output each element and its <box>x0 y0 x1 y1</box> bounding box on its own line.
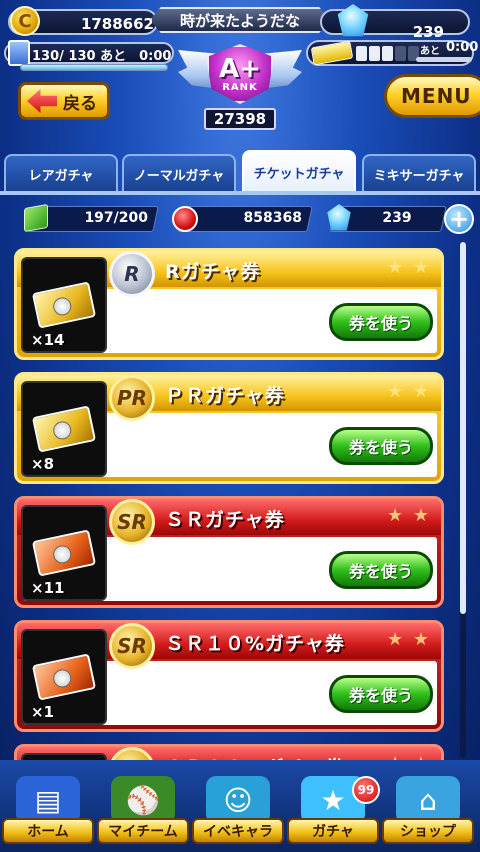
nav-label: マイチーム <box>97 818 189 844</box>
stamina-text: 130/ 130 あと 0:00 <box>32 49 172 64</box>
coin-value: 1788662 <box>80 15 154 33</box>
card-stars-decoration: ★ ★ <box>387 381 431 402</box>
ticket-coin-icon <box>51 295 73 318</box>
ticket-item-icon: ×1 <box>21 629 107 725</box>
ticket-graphic-icon <box>31 653 97 701</box>
ticket-segment <box>382 46 393 61</box>
ticket-segment <box>395 46 406 61</box>
ticket-card: ★ ★ Rガチャ券 R ×14 券を使う <box>14 248 444 360</box>
home-icon: ▤ <box>16 776 80 824</box>
rank-score: 27398 <box>204 108 276 130</box>
scrollbar[interactable] <box>460 242 466 758</box>
nav-item-5[interactable]: ⌂ ショップ <box>382 776 474 846</box>
rarity-badge-icon: R <box>109 251 155 297</box>
ticket-coin-icon <box>51 419 73 442</box>
ticket-card: ★ ★ ＰＲガチャ券 PR ×8 券を使う <box>14 372 444 484</box>
back-button[interactable]: 戻る <box>18 82 110 120</box>
tab-mixer-gacha[interactable]: ミキサーガチャ <box>362 154 476 192</box>
add-gems-button[interactable]: + <box>444 204 474 234</box>
box-value: 197/200 <box>84 210 148 226</box>
ticket-ato-label: あと <box>420 46 440 57</box>
rarity-badge-icon: PR <box>109 375 155 421</box>
rank-label: RANK <box>222 81 258 93</box>
shop-icon: ⌂ <box>396 776 460 824</box>
ticket-count: ×1 <box>31 703 55 721</box>
ticket-count: ×8 <box>31 455 55 473</box>
card-stars-decoration: ★ ★ <box>387 753 431 760</box>
gem-value: 239 <box>412 23 444 41</box>
nav-item-1[interactable]: ▤ ホーム <box>2 776 94 846</box>
ticket-coin-icon <box>51 543 73 566</box>
nav-label: ショップ <box>382 818 474 844</box>
tab-normal-gacha[interactable]: ノーマルガチャ <box>122 154 236 192</box>
rank-shield: A+ RANK <box>206 44 274 104</box>
ticket-timer: 0:00 <box>446 40 479 55</box>
ticket-item-icon: ×14 <box>21 257 107 353</box>
use-ticket-button[interactable]: 券を使う <box>329 675 433 713</box>
rarity-badge-icon: SR <box>109 499 155 545</box>
ticket-segment <box>356 46 367 61</box>
scroll-thumb[interactable] <box>460 242 466 614</box>
tab-ticket-gacha[interactable]: チケットガチャ <box>242 150 356 192</box>
ball-icon <box>172 206 198 232</box>
ticket-name: ＳＲガチャ券 <box>165 509 285 531</box>
ticket-card: ★ ★ ＳＲ１０%ガチャ券 SR ×1 券を使う <box>14 620 444 732</box>
back-button-label: 戻る <box>63 93 97 114</box>
nav-label: イベキャラ <box>192 818 284 844</box>
rank-emblem[interactable]: A+ RANK 27398 <box>178 44 302 134</box>
ticket-card: ★ ★ ＳＲガチャ券 SR ×11 券を使う <box>14 496 444 608</box>
card-stars-decoration: ★ ★ <box>387 629 431 650</box>
ticket-name: Rガチャ券 <box>165 261 261 283</box>
ticket-name: ＳＲ１０%ガチャ券 <box>165 633 345 655</box>
use-ticket-button[interactable]: 券を使う <box>329 551 433 589</box>
ticket-name: ＰＲガチャ券 <box>165 385 285 407</box>
player-title[interactable]: 時が来たようだな <box>150 7 330 33</box>
ticket-count: ×14 <box>31 331 65 349</box>
tab-rare-gacha[interactable]: レアガチャ <box>4 154 118 192</box>
ticket-item-icon: ×8 <box>21 381 107 477</box>
card-stars-decoration: ★ ★ <box>387 505 431 526</box>
event-character-icon: ☺ <box>206 776 270 824</box>
ticket-count: ×11 <box>31 579 65 597</box>
gacha-notification-badge: 99 <box>352 776 380 804</box>
card-stars-decoration: ★ ★ <box>387 257 431 278</box>
stamina-bar <box>20 64 168 71</box>
ticket-timer-bar <box>416 57 472 62</box>
ticket-segment <box>369 46 380 61</box>
rank-grade: A+ <box>219 53 261 84</box>
nav-item-2[interactable]: ⚾ マイチーム <box>97 776 189 846</box>
nav-label: ガチャ <box>287 818 379 844</box>
gacha-tabs: レアガチャ ノーマルガチャ チケットガチャ ミキサーガチャ <box>0 150 480 194</box>
ticket-item-icon <box>21 753 107 760</box>
nav-label: ホーム <box>2 818 94 844</box>
menu-button[interactable]: MENU <box>384 74 480 118</box>
stamina-bar-fill <box>21 65 167 70</box>
use-ticket-button[interactable]: 券を使う <box>329 427 433 465</box>
tab-underline <box>0 191 480 195</box>
box-icon <box>24 203 48 233</box>
stamina-icon <box>8 40 30 66</box>
team-icon: ⚾ <box>111 776 175 824</box>
ticket-graphic-icon <box>31 529 97 577</box>
ticket-name: ＳＲ２０%ガチャ券 <box>165 753 345 760</box>
ticket-graphic-icon <box>31 281 97 329</box>
rarity-badge-icon: SR <box>109 623 155 669</box>
ticket-graphic-icon <box>31 405 97 453</box>
nav-item-3[interactable]: ☺ イベキャラ <box>192 776 284 846</box>
ticket-item-icon: ×11 <box>21 505 107 601</box>
ticket-card: ★ ★ ＳＲ２０%ガチャ券 SR <box>14 744 444 760</box>
coin-icon: C <box>10 6 40 36</box>
back-arrow-icon <box>27 89 57 113</box>
ball-value: 858368 <box>243 210 302 226</box>
ticket-coin-icon <box>51 667 73 690</box>
ticket-list[interactable]: ★ ★ Rガチャ券 R ×14 券を使う ★ ★ ＰＲガチャ券 PR ×8 券を… <box>0 240 460 760</box>
gem-value-2: 239 <box>382 210 412 226</box>
use-ticket-button[interactable]: 券を使う <box>329 303 433 341</box>
